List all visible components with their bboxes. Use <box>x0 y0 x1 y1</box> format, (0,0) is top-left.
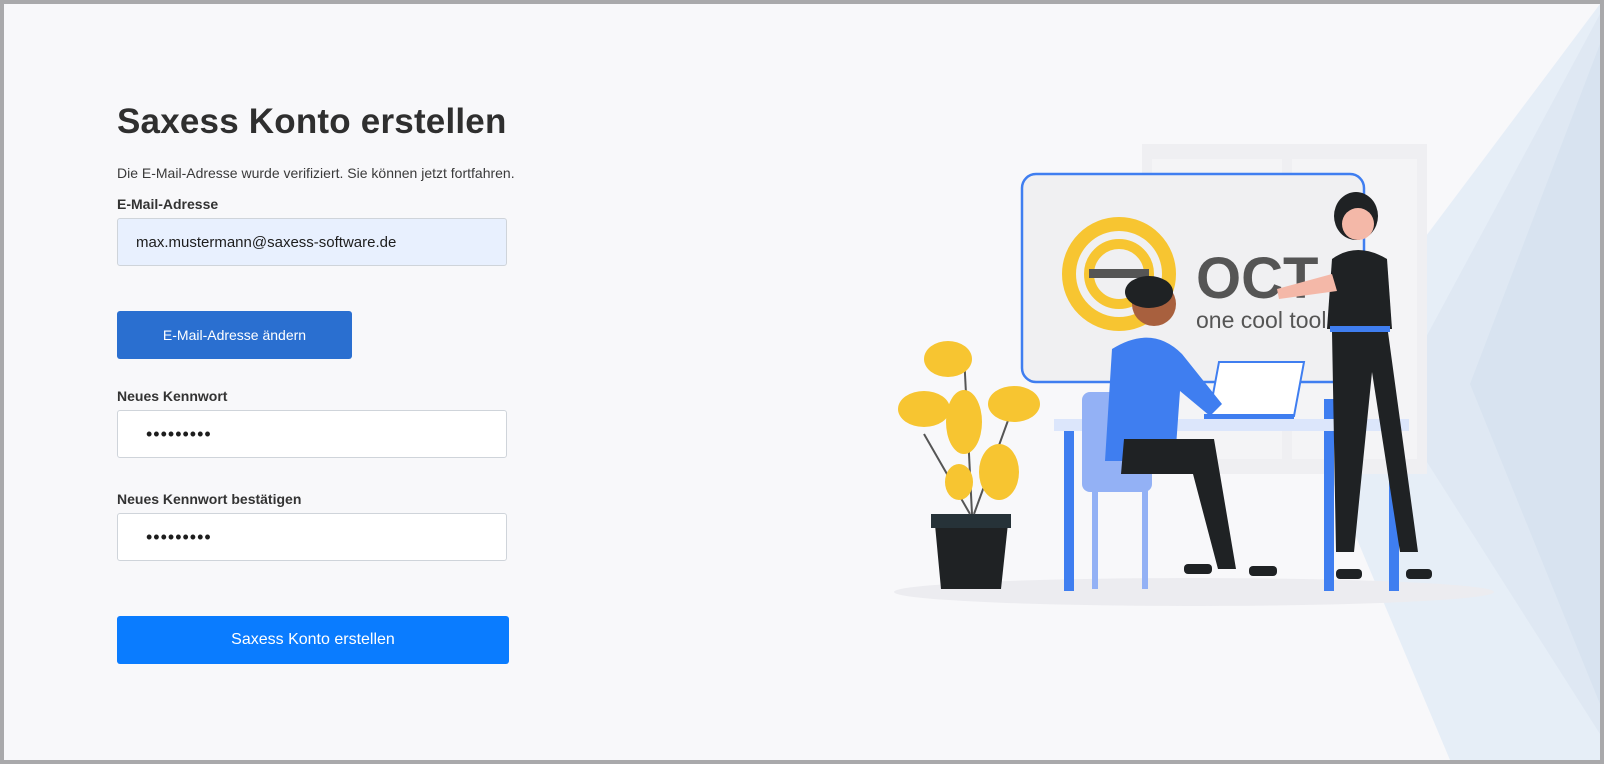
confirm-password-field[interactable] <box>117 513 507 561</box>
logo-tagline: one cool tool <box>1196 307 1326 333</box>
create-account-button[interactable]: Saxess Konto erstellen <box>117 616 509 664</box>
email-field[interactable] <box>117 218 507 266</box>
logo-letters: OCT <box>1196 246 1318 311</box>
office-illustration: OCT one cool tool <box>894 144 1494 606</box>
plant <box>898 341 1040 589</box>
page: Saxess Konto erstellen Die E-Mail-Adress… <box>4 4 1600 760</box>
page-title: Saxess Konto erstellen <box>117 102 507 141</box>
email-label: E-Mail-Adresse <box>117 196 219 212</box>
password-label: Neues Kennwort <box>117 388 228 404</box>
new-password-field[interactable] <box>117 410 507 458</box>
change-email-button[interactable]: E-Mail-Adresse ändern <box>117 311 352 359</box>
confirm-password-label: Neues Kennwort bestätigen <box>117 491 302 507</box>
verification-message: Die E-Mail-Adresse wurde verifiziert. Si… <box>117 165 515 181</box>
